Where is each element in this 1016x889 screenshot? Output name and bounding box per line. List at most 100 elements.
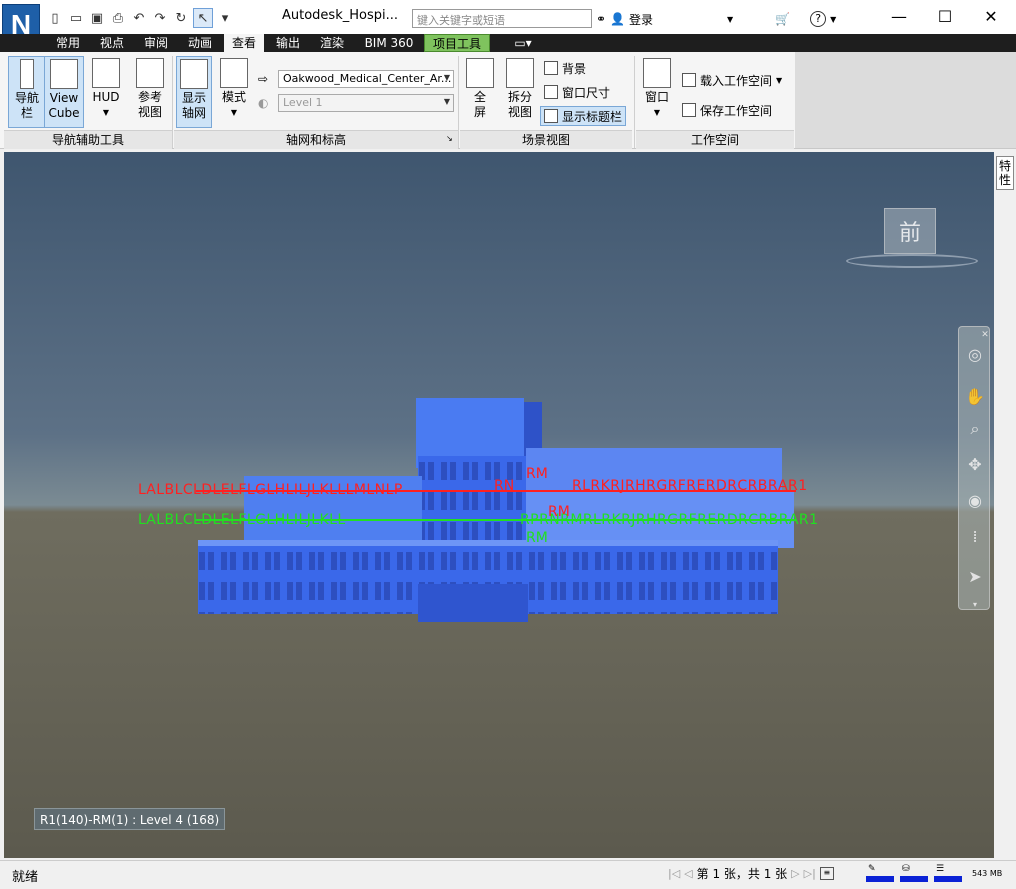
reference-view-label: 参考 视图 <box>137 90 162 119</box>
search-input[interactable]: 键入关键字或短语 <box>412 9 592 28</box>
load-workspace-button[interactable]: 载入工作空间 ▼ <box>682 70 782 90</box>
group-title-nav-aids: 导航辅助工具 <box>4 130 172 149</box>
viewcube-button[interactable]: View Cube <box>44 56 84 128</box>
reference-view-button[interactable]: 参考 视图 <box>130 56 170 128</box>
properties-panel-tab[interactable]: 特性 <box>996 156 1014 190</box>
viewcube-compass-ring[interactable] <box>846 254 978 268</box>
steering-wheel-icon[interactable]: ◎ <box>965 345 985 365</box>
window-label: 窗口 <box>644 90 669 104</box>
memory-usage: 543 MB <box>972 869 1003 878</box>
print-icon[interactable]: ⎙ <box>109 9 127 27</box>
ribbon-minimize-icon[interactable]: ▭▾ <box>508 34 538 52</box>
chevron-down-icon[interactable]: ▼ <box>727 15 733 24</box>
redo-icon[interactable]: ↷ <box>151 9 169 27</box>
show-title-bar-label: 显示标题栏 <box>562 109 623 124</box>
tab-output[interactable]: 输出 <box>268 34 308 52</box>
refresh-icon[interactable]: ↻ <box>172 9 190 27</box>
save-workspace-button[interactable]: 保存工作空间 <box>682 100 772 120</box>
pencil-progress-meter: ✎ <box>866 864 896 882</box>
login-area[interactable]: ⚭ 👤 登录 ▼ 🛒 ? ▼ <box>596 10 836 28</box>
window-button[interactable]: 窗口 ▼ <box>640 56 674 128</box>
minimize-button[interactable]: — <box>876 0 922 32</box>
grid-mode-button[interactable]: 模式 ▼ <box>216 56 252 128</box>
fullscreen-label: 全 屏 <box>473 90 486 119</box>
show-grid-button[interactable]: 显示 轴网 <box>176 56 212 128</box>
new-file-icon[interactable]: ▯ <box>46 9 64 27</box>
select-arrow-icon[interactable]: ➤ <box>965 567 985 587</box>
user-icon: 👤 <box>610 12 626 26</box>
dialog-launcher-icon[interactable]: ↘ <box>446 134 453 143</box>
prev-sheet-icon[interactable]: ◁ <box>684 867 692 880</box>
tab-render[interactable]: 渲染 <box>312 34 352 52</box>
split-view-label: 拆分 视图 <box>507 90 532 119</box>
tab-animation[interactable]: 动画 <box>180 34 220 52</box>
window-icon <box>643 58 671 88</box>
navbar-options-icon[interactable]: ▾ <box>965 595 985 615</box>
login-label[interactable]: 登录 <box>629 11 653 28</box>
tab-viewpoint[interactable]: 视点 <box>92 34 132 52</box>
tab-bim360[interactable]: BIM 360 <box>356 34 422 52</box>
tab-view[interactable]: 查看 <box>224 34 264 52</box>
viewcube-face-front[interactable]: 前 <box>899 215 921 247</box>
model-combo[interactable]: Oakwood_Medical_Center_Ar... ▼ <box>278 70 454 88</box>
ribbon-divider <box>634 56 635 148</box>
pencil-icon: ✎ <box>868 864 876 874</box>
fullscreen-button[interactable]: 全 屏 <box>462 56 498 128</box>
help-icon[interactable]: ? <box>810 11 827 27</box>
grid-label-rm-top: RM <box>526 466 548 482</box>
building-model[interactable] <box>136 396 836 624</box>
grid-intersection-tooltip: R1(140)-RM(1) : Level 4 (168) <box>34 808 226 830</box>
split-view-icon <box>506 58 534 88</box>
open-folder-icon[interactable]: ▭ <box>67 9 85 27</box>
viewcube[interactable]: 前 <box>884 208 936 254</box>
customize-dropdown-icon[interactable]: ▾ <box>216 9 234 27</box>
save-workspace-label: 保存工作空间 <box>700 103 773 118</box>
last-sheet-icon[interactable]: ▷| <box>804 867 816 880</box>
quick-access-toolbar: ▯ ▭ ▣ ⎙ ↶ ↷ ↻ ↖ ▾ <box>46 8 234 28</box>
save-workspace-icon <box>682 103 696 117</box>
split-view-button[interactable]: 拆分 视图 <box>502 56 538 128</box>
next-sheet-icon[interactable]: ▷ <box>791 867 799 880</box>
pan-hand-icon[interactable]: ✋ <box>965 387 985 407</box>
viewcube-label: View Cube <box>48 91 80 120</box>
grid-label-rm-mid: RM <box>548 504 570 520</box>
status-bar <box>0 860 1016 889</box>
binoculars-icon[interactable]: ⚭ <box>596 12 606 26</box>
nav-bar-button[interactable]: 导航 栏 <box>8 56 46 128</box>
entrance <box>418 584 528 622</box>
floor-slab <box>198 540 778 546</box>
grid-label-rn: RN <box>494 478 515 494</box>
tab-review[interactable]: 审阅 <box>136 34 176 52</box>
save-icon[interactable]: ▣ <box>88 9 106 27</box>
close-button[interactable]: ✕ <box>968 0 1014 32</box>
building-render <box>136 398 836 622</box>
chevron-down-icon[interactable]: ▼ <box>830 15 836 24</box>
sheet-navigator: |◁ ◁ 第 1 张，共 1 张 ▷ ▷| ≡ <box>668 864 834 882</box>
level-combo[interactable]: Level 1 ▼ <box>278 94 454 112</box>
server-progress-bar <box>934 876 962 882</box>
chevron-down-icon: ▼ <box>776 75 783 85</box>
tab-home[interactable]: 常用 <box>48 34 88 52</box>
zoom-window-icon[interactable]: ⌕ <box>965 419 985 439</box>
chevron-down-icon: ▼ <box>443 73 450 82</box>
disk-progress-bar <box>900 876 928 882</box>
orbit-icon[interactable]: ✥ <box>965 455 985 475</box>
look-around-icon[interactable]: ◉ <box>965 491 985 511</box>
show-title-bar-button[interactable]: 显示标题栏 <box>540 106 627 126</box>
window-size-button[interactable]: 窗口尺寸 <box>544 82 610 102</box>
background-button[interactable]: 背景 <box>544 58 586 78</box>
maximize-button[interactable]: ☐ <box>922 0 968 32</box>
pencil-progress-bar <box>866 876 894 882</box>
close-icon[interactable]: ✕ <box>981 325 989 345</box>
tab-project-tools[interactable]: 项目工具 <box>424 34 490 52</box>
hud-button[interactable]: HUD ▼ <box>86 56 126 128</box>
first-sheet-icon[interactable]: |◁ <box>668 867 680 880</box>
select-cursor-icon[interactable]: ↖ <box>193 8 213 28</box>
cart-icon[interactable]: 🛒 <box>775 12 790 26</box>
sheet-list-icon[interactable]: ≡ <box>819 866 834 880</box>
grid-mode-label: 模式 <box>221 90 246 104</box>
fullscreen-icon <box>466 58 494 88</box>
walk-footprints-icon[interactable]: ⁞ <box>965 527 985 547</box>
navigation-bar: ✕ ◎ ✋ ⌕ ✥ ◉ ⁞ ➤ ▾ <box>958 326 990 610</box>
undo-icon[interactable]: ↶ <box>130 9 148 27</box>
